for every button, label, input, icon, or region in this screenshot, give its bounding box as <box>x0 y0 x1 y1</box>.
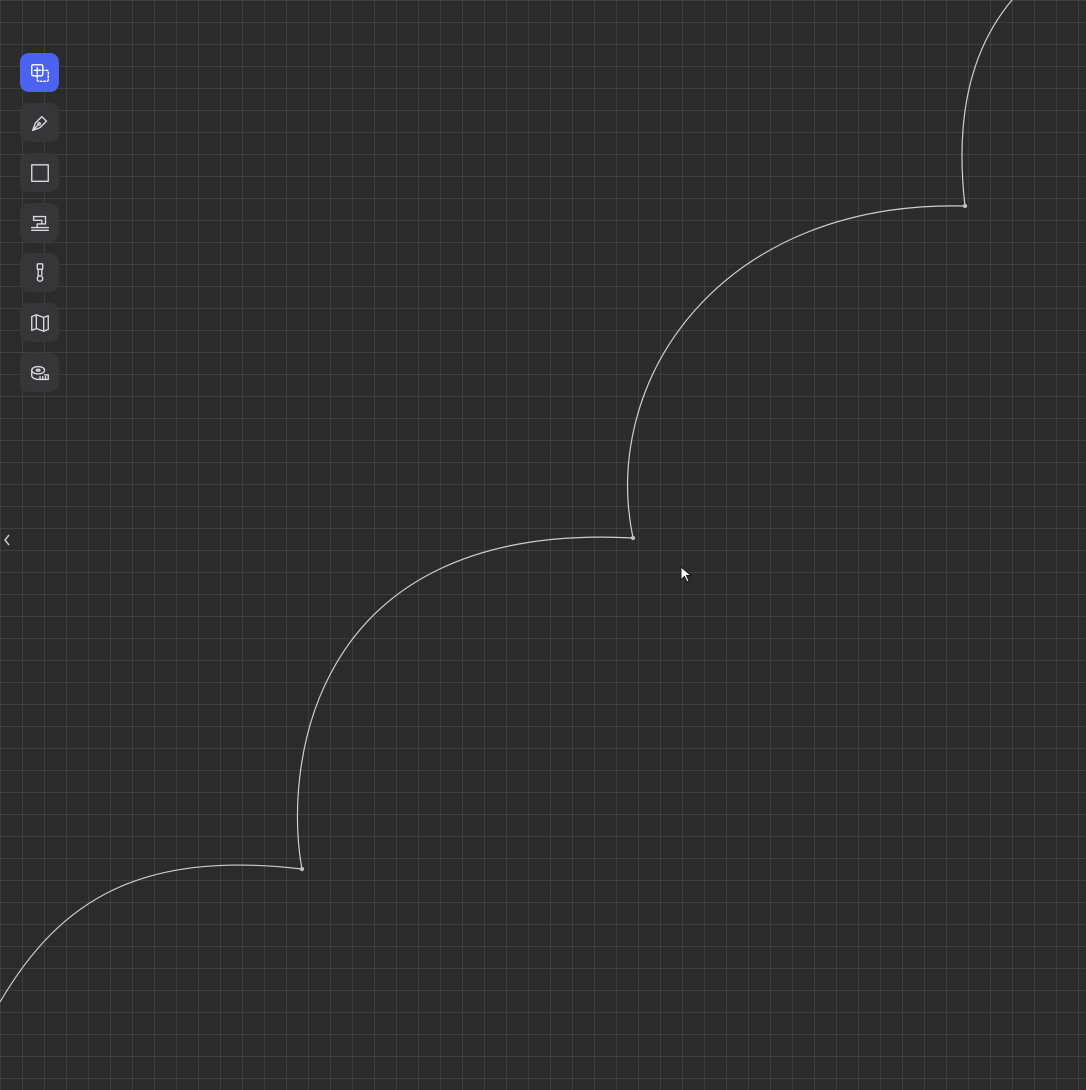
panel-collapse-handle[interactable] <box>1 530 13 550</box>
safety-pin-tool-button[interactable] <box>20 253 59 292</box>
anchor-point[interactable] <box>630 535 636 541</box>
pen-tool-button[interactable] <box>20 103 59 142</box>
measuring-tape-tool-button[interactable] <box>20 353 59 392</box>
sewing-machine-icon <box>30 215 49 231</box>
sewing-machine-tool-button[interactable] <box>20 203 59 242</box>
pen-nib-icon <box>31 115 47 131</box>
folded-map-icon <box>30 313 49 332</box>
square-icon <box>30 163 49 182</box>
map-tool-button[interactable] <box>20 303 59 342</box>
safety-pin-icon <box>36 262 43 282</box>
scalloped-curve[interactable] <box>0 0 1013 1003</box>
scalloped-curve-layer[interactable] <box>0 0 1086 1090</box>
tool-palette <box>20 53 59 392</box>
anchor-point[interactable] <box>299 866 305 872</box>
measuring-tape-icon <box>30 365 49 380</box>
anchor-point[interactable] <box>962 203 968 209</box>
rectangle-tool-button[interactable] <box>20 153 59 192</box>
select-tool-button[interactable] <box>20 53 59 92</box>
select-copy-icon <box>30 63 49 82</box>
chevron-left-icon <box>4 534 10 546</box>
mouse-cursor-icon <box>680 566 693 583</box>
